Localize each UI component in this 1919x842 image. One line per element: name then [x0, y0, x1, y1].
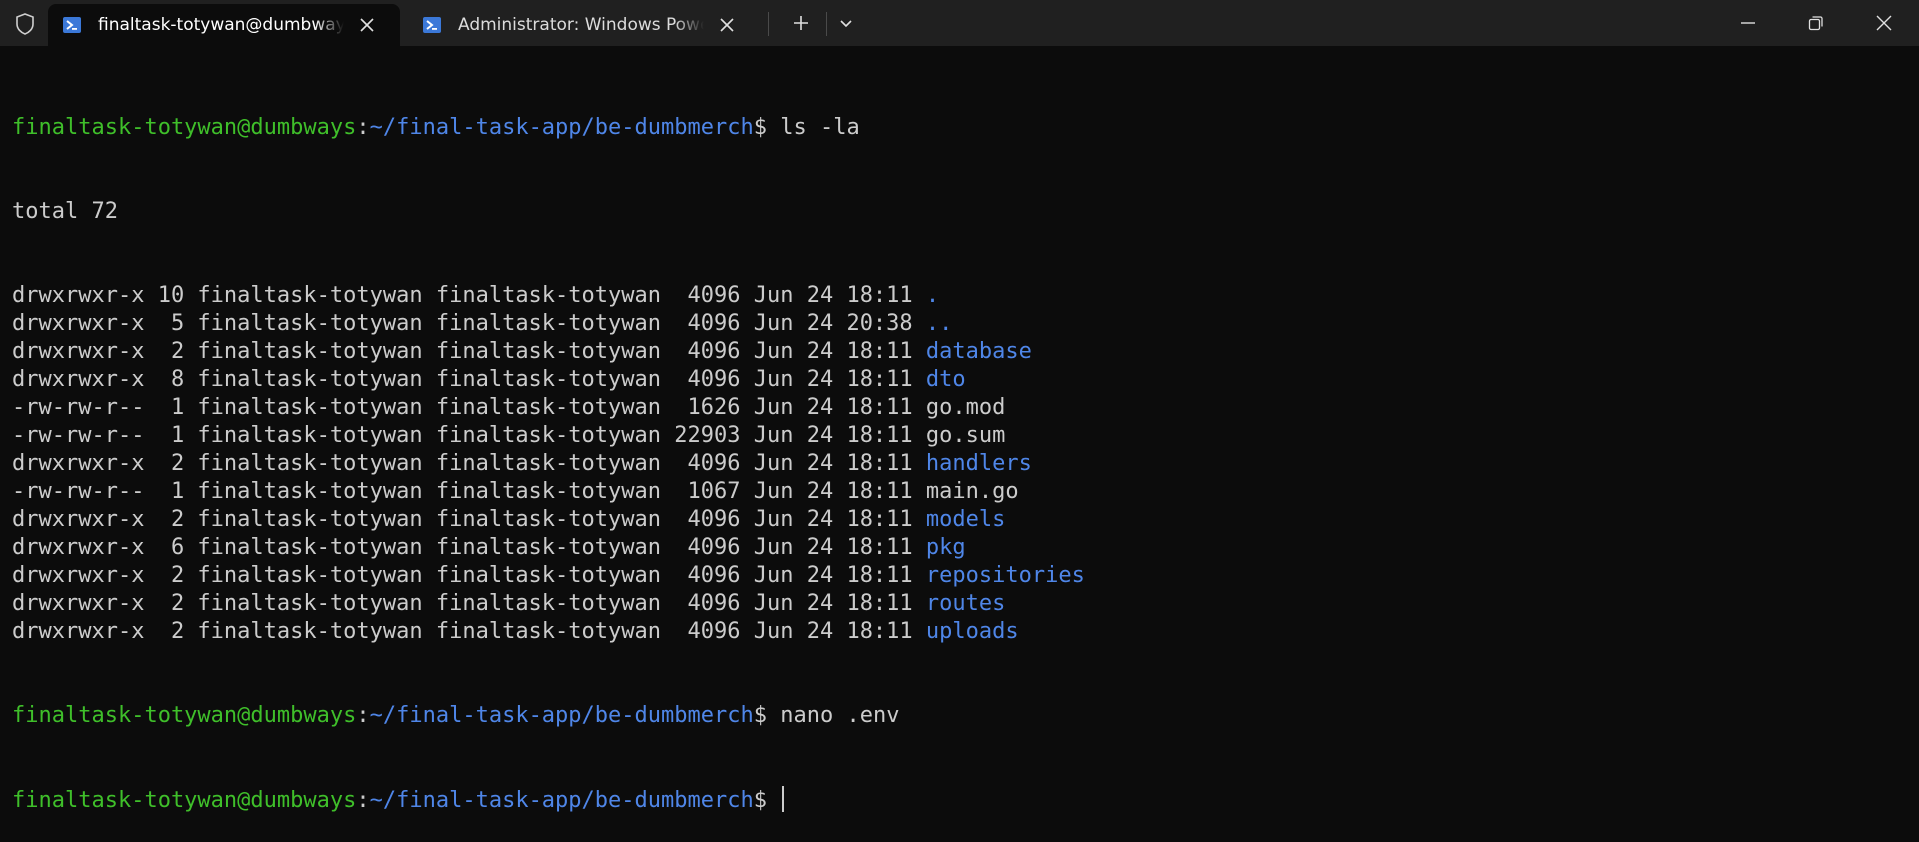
listing-row: -rw-rw-r-- 1 finaltask-totywan finaltask…: [12, 422, 1912, 450]
prompt-line-current[interactable]: finaltask-totywan@dumbways:~/final-task-…: [12, 786, 1912, 814]
listing-row: -rw-rw-r-- 1 finaltask-totywan finaltask…: [12, 478, 1912, 506]
minimize-icon: [1741, 22, 1755, 24]
entry-meta: drwxrwxr-x 10 finaltask-totywan finaltas…: [12, 283, 926, 308]
file-name: go.sum: [925, 423, 1006, 448]
entry-meta: -rw-rw-r-- 1 finaltask-totywan finaltask…: [12, 423, 926, 448]
listing-row: drwxrwxr-x 5 finaltask-totywan finaltask…: [12, 310, 1912, 338]
plus-icon: [794, 16, 808, 30]
tab-terminal-active[interactable]: finaltask-totywan@dumbways: ~/final-task…: [48, 4, 400, 46]
command-text: ls -la: [766, 115, 860, 140]
prompt-colon: :: [356, 115, 370, 140]
terminal-output[interactable]: finaltask-totywan@dumbways:~/final-task-…: [12, 58, 1912, 813]
close-icon[interactable]: [710, 8, 744, 42]
directory-name: database: [925, 339, 1032, 364]
tab-separator: [768, 12, 769, 36]
prompt-symbol: $: [753, 115, 767, 140]
listing-row: drwxrwxr-x 2 finaltask-totywan finaltask…: [12, 618, 1912, 646]
total-line: total 72: [12, 199, 118, 224]
directory-name: routes: [925, 591, 1006, 616]
prompt-path: ~/final-task-app/be-dumbmerch: [369, 115, 754, 140]
prompt-symbol: $: [753, 703, 767, 728]
listing-row: -rw-rw-r-- 1 finaltask-totywan finaltask…: [12, 394, 1912, 422]
directory-name: repositories: [925, 563, 1085, 588]
directory-name: ..: [925, 311, 953, 336]
close-icon: [1876, 15, 1892, 31]
entry-meta: drwxrwxr-x 2 finaltask-totywan finaltask…: [12, 563, 926, 588]
prompt-symbol: $: [753, 788, 767, 813]
listing-row: drwxrwxr-x 2 finaltask-totywan finaltask…: [12, 562, 1912, 590]
new-tab-button[interactable]: [781, 6, 821, 40]
entry-meta: -rw-rw-r-- 1 finaltask-totywan finaltask…: [12, 395, 926, 420]
chevron-down-icon: [840, 20, 852, 28]
powershell-icon: [63, 17, 81, 33]
minimize-button[interactable]: [1714, 0, 1782, 46]
prompt-colon: :: [356, 703, 370, 728]
listing-row: drwxrwxr-x 2 finaltask-totywan finaltask…: [12, 450, 1912, 478]
entry-meta: drwxrwxr-x 2 finaltask-totywan finaltask…: [12, 619, 926, 644]
text-cursor: [782, 786, 785, 812]
prompt-user-host: finaltask-totywan@dumbways: [12, 788, 357, 813]
prompt-user-host: finaltask-totywan@dumbways: [12, 115, 357, 140]
entry-meta: drwxrwxr-x 2 finaltask-totywan finaltask…: [12, 507, 926, 532]
prompt-colon: :: [356, 788, 370, 813]
close-icon[interactable]: [350, 8, 384, 42]
directory-name: handlers: [925, 451, 1032, 476]
listing-row: drwxrwxr-x 2 finaltask-totywan finaltask…: [12, 506, 1912, 534]
directory-name: models: [925, 507, 1006, 532]
prompt-line: finaltask-totywan@dumbways:~/final-task-…: [12, 702, 1912, 730]
command-text: [767, 788, 780, 813]
entry-meta: -rw-rw-r-- 1 finaltask-totywan finaltask…: [12, 479, 926, 504]
directory-name: pkg: [925, 535, 966, 560]
entry-meta: drwxrwxr-x 2 finaltask-totywan finaltask…: [12, 339, 926, 364]
file-name: main.go: [925, 479, 1019, 504]
restore-icon: [1808, 16, 1823, 31]
prompt-path: ~/final-task-app/be-dumbmerch: [369, 703, 754, 728]
maximize-button[interactable]: [1782, 0, 1850, 46]
file-listing: drwxrwxr-x 10 finaltask-totywan finaltas…: [12, 282, 1912, 646]
entry-meta: drwxrwxr-x 5 finaltask-totywan finaltask…: [12, 311, 926, 336]
listing-row: drwxrwxr-x 10 finaltask-totywan finaltas…: [12, 282, 1912, 310]
tab-title: finaltask-totywan@dumbways: ~/final-task…: [98, 15, 344, 35]
command-text: nano .env: [766, 703, 900, 728]
entry-meta: drwxrwxr-x 2 finaltask-totywan finaltask…: [12, 591, 926, 616]
prompt-user-host: finaltask-totywan@dumbways: [12, 703, 357, 728]
title-bar: finaltask-totywan@dumbways: ~/final-task…: [0, 0, 1919, 46]
powershell-icon: [423, 17, 441, 33]
directory-name: uploads: [925, 619, 1019, 644]
entry-meta: drwxrwxr-x 6 finaltask-totywan finaltask…: [12, 535, 926, 560]
tab-powershell[interactable]: Administrator: Windows PowerShell: [408, 4, 760, 46]
listing-row: drwxrwxr-x 2 finaltask-totywan finaltask…: [12, 338, 1912, 366]
file-name: go.mod: [925, 395, 1006, 420]
listing-row: drwxrwxr-x 6 finaltask-totywan finaltask…: [12, 534, 1912, 562]
directory-name: .: [925, 283, 940, 308]
tab-title: Administrator: Windows PowerShell: [458, 15, 704, 35]
prompt-path: ~/final-task-app/be-dumbmerch: [369, 788, 754, 813]
entry-meta: drwxrwxr-x 8 finaltask-totywan finaltask…: [12, 367, 926, 392]
close-window-button[interactable]: [1850, 0, 1918, 46]
entry-meta: drwxrwxr-x 2 finaltask-totywan finaltask…: [12, 451, 926, 476]
directory-name: dto: [925, 367, 966, 392]
prompt-line: finaltask-totywan@dumbways:~/final-task-…: [12, 114, 1912, 142]
listing-row: drwxrwxr-x 2 finaltask-totywan finaltask…: [12, 590, 1912, 618]
listing-row: drwxrwxr-x 8 finaltask-totywan finaltask…: [12, 366, 1912, 394]
shield-icon[interactable]: [12, 11, 38, 37]
dropdown-button[interactable]: [826, 6, 866, 40]
